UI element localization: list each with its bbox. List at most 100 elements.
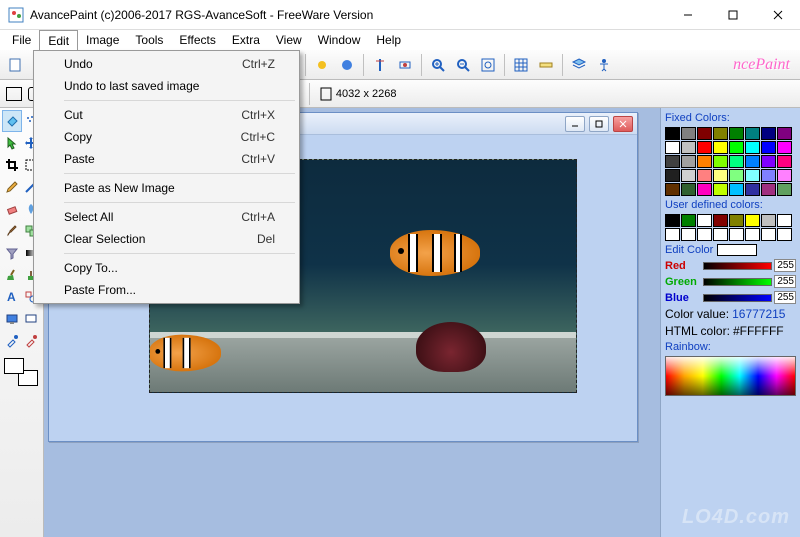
blue-slider[interactable] bbox=[703, 294, 772, 302]
color-swatch[interactable] bbox=[745, 169, 760, 182]
tool-crop[interactable] bbox=[2, 154, 22, 176]
color-swatches[interactable] bbox=[2, 356, 40, 388]
effect-sun-button[interactable] bbox=[311, 54, 333, 76]
tool-screen2[interactable] bbox=[22, 308, 42, 330]
color-swatch[interactable] bbox=[665, 183, 680, 196]
foreground-color[interactable] bbox=[4, 358, 24, 374]
color-swatch[interactable] bbox=[729, 228, 744, 241]
minimize-button[interactable] bbox=[665, 0, 710, 29]
tool-filter[interactable] bbox=[2, 242, 22, 264]
color-swatch[interactable] bbox=[681, 127, 696, 140]
layers-button[interactable] bbox=[568, 54, 590, 76]
color-swatch[interactable] bbox=[761, 228, 776, 241]
menu-item[interactable]: Copy To... bbox=[36, 257, 297, 279]
color-swatch[interactable] bbox=[697, 214, 712, 227]
child-maximize[interactable] bbox=[589, 116, 609, 132]
color-swatch[interactable] bbox=[681, 228, 696, 241]
color-swatch[interactable] bbox=[681, 183, 696, 196]
color-swatch[interactable] bbox=[729, 169, 744, 182]
color-swatch[interactable] bbox=[713, 214, 728, 227]
menu-file[interactable]: File bbox=[4, 30, 39, 50]
color-swatch[interactable] bbox=[713, 228, 728, 241]
color-swatch[interactable] bbox=[777, 155, 792, 168]
menu-image[interactable]: Image bbox=[78, 30, 127, 50]
color-swatch[interactable] bbox=[713, 183, 728, 196]
color-swatch[interactable] bbox=[761, 183, 776, 196]
tool-broom[interactable] bbox=[2, 264, 22, 286]
tool-screen[interactable] bbox=[2, 308, 22, 330]
color-swatch[interactable] bbox=[729, 214, 744, 227]
menu-item[interactable]: Paste as New Image bbox=[36, 177, 297, 199]
color-swatch[interactable] bbox=[761, 214, 776, 227]
effect-sphere-button[interactable] bbox=[336, 54, 358, 76]
color-swatch[interactable] bbox=[665, 127, 680, 140]
color-swatch[interactable] bbox=[777, 169, 792, 182]
color-swatch[interactable] bbox=[761, 141, 776, 154]
menu-extra[interactable]: Extra bbox=[224, 30, 268, 50]
color-swatch[interactable] bbox=[761, 127, 776, 140]
accessibility-button[interactable] bbox=[593, 54, 615, 76]
color-swatch[interactable] bbox=[697, 169, 712, 182]
color-swatch[interactable] bbox=[681, 214, 696, 227]
menu-window[interactable]: Window bbox=[310, 30, 369, 50]
menu-item[interactable]: Clear SelectionDel bbox=[36, 228, 297, 250]
color-swatch[interactable] bbox=[665, 141, 680, 154]
color-swatch[interactable] bbox=[697, 228, 712, 241]
color-swatch[interactable] bbox=[681, 141, 696, 154]
menu-item[interactable]: PasteCtrl+V bbox=[36, 148, 297, 170]
blue-value[interactable]: 255 bbox=[774, 291, 796, 304]
green-slider[interactable] bbox=[703, 278, 772, 286]
color-swatch[interactable] bbox=[681, 169, 696, 182]
color-swatch[interactable] bbox=[761, 169, 776, 182]
menu-item[interactable]: CutCtrl+X bbox=[36, 104, 297, 126]
menu-item[interactable]: Paste From... bbox=[36, 279, 297, 301]
tool-brush[interactable] bbox=[2, 220, 22, 242]
color-swatch[interactable] bbox=[729, 141, 744, 154]
edit-color-swatch[interactable] bbox=[717, 244, 757, 256]
tool-picker[interactable] bbox=[2, 330, 22, 352]
tool-a-button[interactable] bbox=[369, 54, 391, 76]
color-swatch[interactable] bbox=[777, 141, 792, 154]
tool-b-button[interactable] bbox=[394, 54, 416, 76]
color-swatch[interactable] bbox=[729, 183, 744, 196]
close-button[interactable] bbox=[755, 0, 800, 29]
red-value[interactable]: 255 bbox=[774, 259, 796, 272]
tool-eraser[interactable] bbox=[2, 198, 22, 220]
rainbow-picker[interactable] bbox=[665, 356, 796, 396]
color-swatch[interactable] bbox=[713, 127, 728, 140]
color-swatch[interactable] bbox=[745, 141, 760, 154]
color-swatch[interactable] bbox=[777, 214, 792, 227]
menu-item[interactable]: UndoCtrl+Z bbox=[36, 53, 297, 75]
color-swatch[interactable] bbox=[665, 214, 680, 227]
menu-effects[interactable]: Effects bbox=[171, 30, 223, 50]
tool-pointer[interactable] bbox=[2, 132, 22, 154]
color-swatch[interactable] bbox=[777, 228, 792, 241]
color-swatch[interactable] bbox=[697, 155, 712, 168]
color-swatch[interactable] bbox=[713, 141, 728, 154]
color-swatch[interactable] bbox=[745, 228, 760, 241]
tool-pencil[interactable] bbox=[2, 176, 22, 198]
color-swatch[interactable] bbox=[697, 183, 712, 196]
menu-item[interactable]: Select AllCtrl+A bbox=[36, 206, 297, 228]
new-button[interactable] bbox=[4, 54, 26, 76]
menu-tools[interactable]: Tools bbox=[127, 30, 171, 50]
color-swatch[interactable] bbox=[777, 183, 792, 196]
tool-bucket[interactable] bbox=[2, 110, 22, 132]
tool-text[interactable]: A bbox=[2, 286, 22, 308]
color-swatch[interactable] bbox=[697, 127, 712, 140]
color-swatch[interactable] bbox=[745, 214, 760, 227]
menu-item[interactable]: Undo to last saved image bbox=[36, 75, 297, 97]
color-swatch[interactable] bbox=[761, 155, 776, 168]
zoom-in-button[interactable] bbox=[427, 54, 449, 76]
maximize-button[interactable] bbox=[710, 0, 755, 29]
color-swatch[interactable] bbox=[729, 127, 744, 140]
menu-edit[interactable]: Edit bbox=[39, 30, 78, 50]
color-swatch[interactable] bbox=[697, 141, 712, 154]
color-swatch[interactable] bbox=[745, 183, 760, 196]
green-value[interactable]: 255 bbox=[774, 275, 796, 288]
red-slider[interactable] bbox=[703, 262, 772, 270]
color-swatch[interactable] bbox=[745, 155, 760, 168]
color-swatch[interactable] bbox=[713, 155, 728, 168]
grid-button[interactable] bbox=[510, 54, 532, 76]
menu-item[interactable]: CopyCtrl+C bbox=[36, 126, 297, 148]
